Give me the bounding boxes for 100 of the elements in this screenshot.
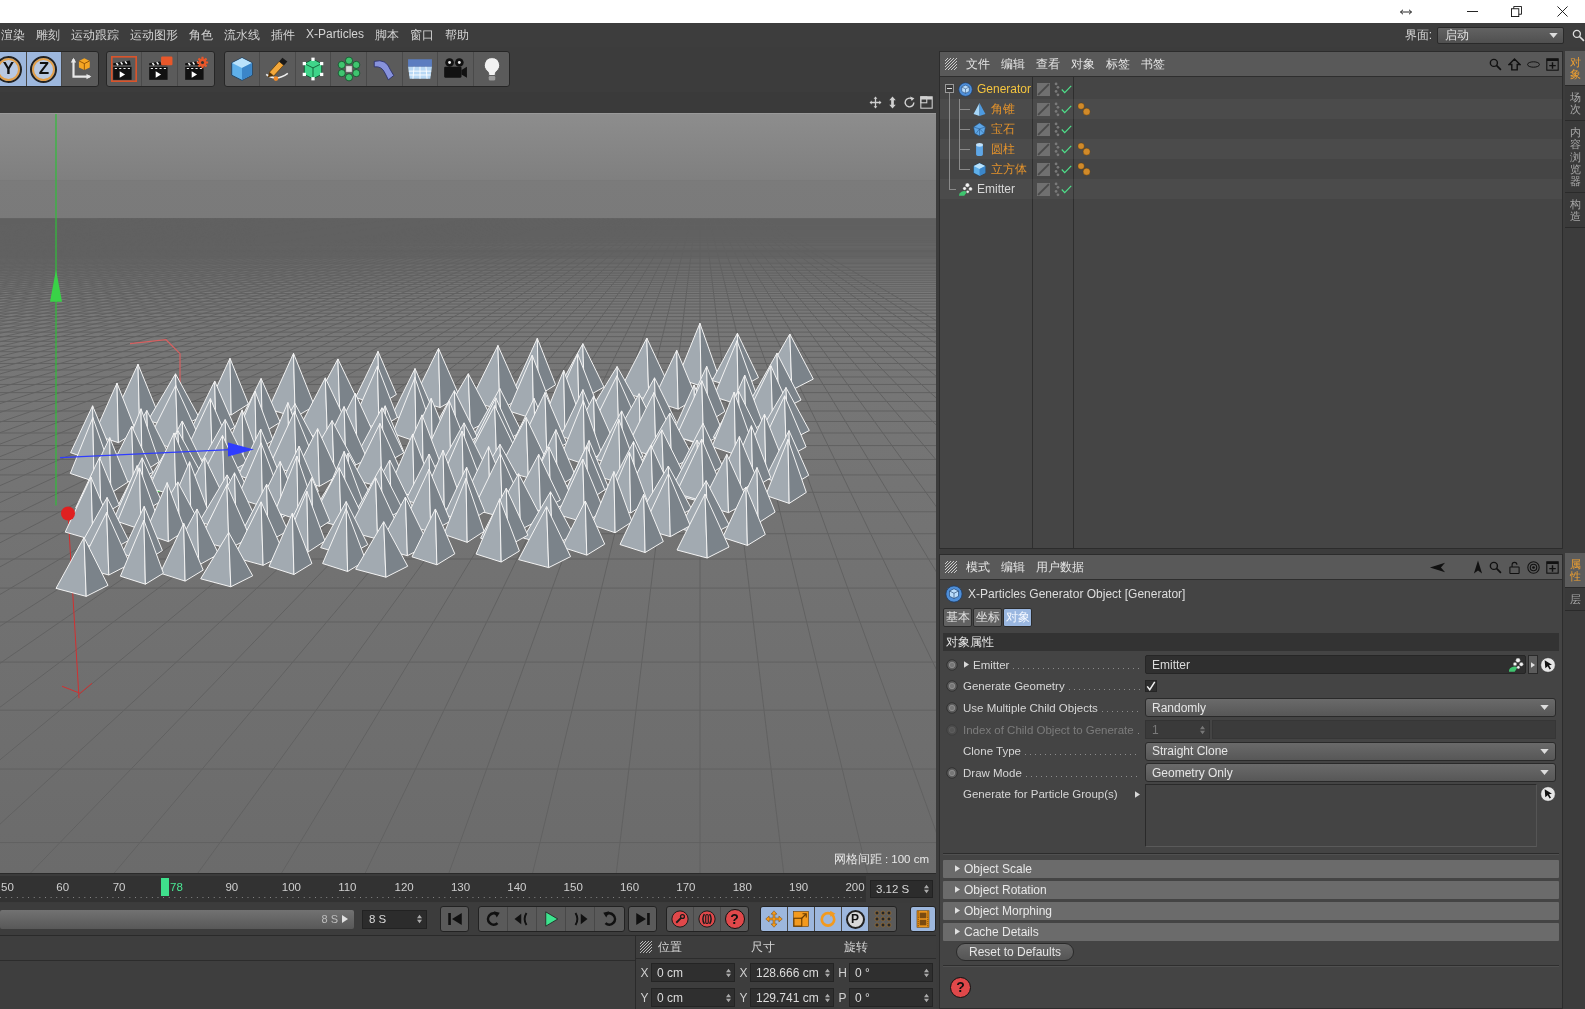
layer-swatch-icon[interactable] [1037,102,1050,116]
menu-item[interactable]: 标签 [1106,55,1130,73]
coordinate-field[interactable]: 0 ° [849,963,933,982]
arrow-icon[interactable] [342,915,348,923]
side-tab[interactable]: 属性 [1565,553,1585,589]
link-field[interactable]: Emitter [1145,655,1526,675]
pick-cursor-icon[interactable] [1540,656,1556,673]
grip-icon[interactable] [640,941,652,953]
menu-item[interactable]: 角色 [189,26,213,44]
expand-arrow-icon[interactable] [964,661,969,669]
menu-item[interactable]: 渲染 [1,26,25,44]
object-name[interactable]: 圆柱 [991,140,1015,158]
tab[interactable]: 坐标 [973,608,1002,627]
playback-button[interactable] [911,907,935,931]
menu-item[interactable]: 窗口 [410,26,434,44]
menu-item[interactable]: 运动图形 [130,26,178,44]
menu-item[interactable]: 雕刻 [36,26,60,44]
grip-icon[interactable] [945,58,957,70]
layer-swatch-icon[interactable] [1037,142,1050,156]
menu-item[interactable]: 插件 [271,26,295,44]
visibility-dots-icon[interactable] [1054,81,1060,97]
check-icon[interactable] [1061,144,1072,154]
end-time-field[interactable]: 8 S [362,909,427,929]
menu-item[interactable]: 运动跟踪 [71,26,119,44]
check-icon[interactable] [1061,104,1072,114]
playhead-marker[interactable] [161,877,170,896]
menu-item[interactable]: 文件 [966,55,990,73]
spheres-tag-icon[interactable] [1077,142,1091,156]
keyframe-icon[interactable] [946,658,958,671]
timeline-ruler[interactable]: 50 60 70 78 90 100 110 120 130 140 150 160 170 180 190 200 [0,875,866,902]
collapsible-group[interactable]: Object Morphing [943,901,1559,920]
arrow-button[interactable] [1528,655,1538,675]
menu-item[interactable]: X-Particles [306,26,364,44]
new-panel-icon[interactable] [1546,560,1559,574]
oval-icon[interactable] [1527,60,1540,68]
object-name[interactable]: Emitter [977,182,1015,196]
visibility-dots-icon[interactable] [1054,181,1060,197]
spheres-tag-icon[interactable] [1077,102,1091,116]
up-arrow-icon[interactable] [1473,560,1483,574]
playback-button[interactable] [761,907,788,931]
coordinate-field[interactable]: 128.666 cm [750,963,834,982]
horizontal-arrows-icon[interactable] [1400,8,1412,15]
visibility-dots-icon[interactable] [1054,101,1060,117]
window-icon[interactable] [920,96,933,109]
playback-button[interactable] [815,907,842,931]
rotate-icon[interactable] [903,96,916,109]
list-field[interactable] [1145,783,1537,847]
reset-button[interactable]: Reset to Defaults [956,942,1075,961]
help-button[interactable]: ? [950,976,971,998]
four-arrows-icon[interactable] [869,96,882,109]
lock-icon[interactable] [1508,560,1521,574]
playback-button[interactable] [788,907,815,931]
layout-dropdown[interactable]: 启动 [1437,26,1564,44]
object-name[interactable]: 立方体 [991,160,1027,178]
side-tab[interactable]: 对象 [1565,51,1585,87]
collapsible-group[interactable]: Cache Details [943,922,1559,941]
coordinate-field[interactable]: 0 ° [849,988,933,1007]
menu-item[interactable]: 编辑 [1001,558,1025,576]
search-icon[interactable] [1572,28,1585,42]
collapsible-group[interactable]: Object Scale [943,859,1559,878]
spheres-tag-icon[interactable] [1077,162,1091,176]
range-slider[interactable]: 8 S [0,909,354,929]
dropdown[interactable]: Straight Clone [1145,741,1556,761]
menu-item[interactable]: 用户数据 [1036,558,1084,576]
menu-item[interactable]: 帮助 [445,26,469,44]
left-arrow-icon[interactable] [1429,561,1446,573]
check-icon[interactable] [1061,184,1072,194]
check-icon[interactable] [1061,84,1072,94]
menu-item[interactable]: 书签 [1141,55,1165,73]
object-name[interactable]: Generator [977,82,1032,96]
menu-item[interactable]: 脚本 [375,26,399,44]
time-field[interactable]: 3.12 S [870,879,933,898]
visibility-dots-icon[interactable] [1054,121,1060,137]
dropdown[interactable]: Geometry Only [1145,763,1556,783]
axis-toggle-button[interactable]: Y [0,52,27,86]
layer-swatch-icon[interactable] [1037,122,1050,136]
keyframe-icon[interactable] [946,702,958,714]
playback-button[interactable]: P [842,907,869,931]
layer-swatch-icon[interactable] [1037,82,1050,96]
dropdown[interactable]: Randomly [1145,698,1556,718]
expand-arrow-icon[interactable] [1135,790,1140,798]
house-icon[interactable] [1508,57,1521,71]
object-name[interactable]: 角锥 [991,100,1015,118]
coordinate-field[interactable]: 0 cm [651,988,735,1007]
axis-toggle-button[interactable]: Z [26,52,63,86]
check-icon[interactable] [1061,164,1072,174]
restore-icon[interactable] [1511,6,1522,17]
close-icon[interactable] [1557,6,1568,17]
menu-item[interactable]: 模式 [966,558,990,576]
checkbox[interactable] [1145,680,1157,693]
keyframe-icon[interactable] [946,680,958,693]
pick-cursor-icon[interactable] [1540,785,1556,802]
keyframe-icon[interactable] [946,766,958,779]
menu-item[interactable]: 查看 [1036,55,1060,73]
coordinate-field[interactable]: 0 cm [651,963,735,982]
layer-swatch-icon[interactable] [1037,182,1050,196]
object-name[interactable]: 宝石 [991,120,1015,138]
layer-swatch-icon[interactable] [1037,162,1050,176]
grip-icon[interactable] [945,561,957,573]
collapsible-group[interactable]: Object Rotation [943,880,1559,899]
